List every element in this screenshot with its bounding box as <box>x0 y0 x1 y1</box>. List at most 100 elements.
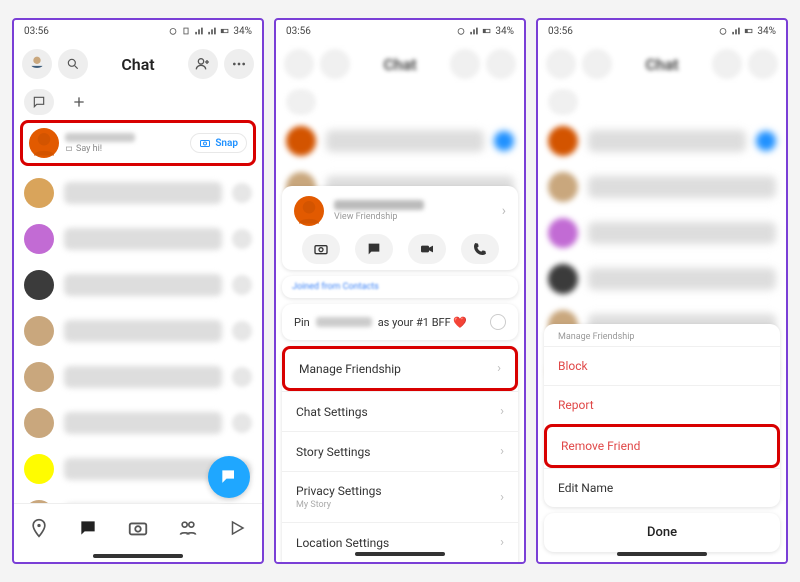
new-chat-fab[interactable] <box>208 456 250 498</box>
report-label: Report <box>558 398 594 412</box>
filter-bar <box>14 86 262 118</box>
friend-avatar <box>29 128 59 158</box>
friend-action-sheet: View Friendship › Joined from Contacts P… <box>282 186 518 564</box>
manage-friendship-row[interactable]: Manage Friendship › <box>282 346 518 391</box>
pin-suffix: as your #1 BFF ❤️ <box>378 316 467 329</box>
header-title: Chat <box>356 55 444 74</box>
chat-settings-label: Chat Settings <box>296 405 368 419</box>
call-action[interactable] <box>461 234 499 264</box>
nav-stories[interactable] <box>176 516 200 540</box>
chat-action[interactable] <box>355 234 393 264</box>
chat-item[interactable] <box>14 170 262 216</box>
new-chat-button[interactable] <box>64 89 94 115</box>
alarm-icon <box>718 26 728 36</box>
profile-avatar[interactable] <box>22 49 52 79</box>
manage-friendship-label: Manage Friendship <box>299 362 401 376</box>
chat-outline-icon <box>65 145 73 153</box>
friend-name-blur <box>65 133 135 142</box>
chat-header: Chat <box>276 42 524 86</box>
pin-bff-row[interactable]: Pin as your #1 BFF ❤️ <box>282 304 518 340</box>
chat-item[interactable] <box>14 354 262 400</box>
status-bar: 03:56 34% <box>14 20 262 42</box>
profile-card[interactable]: View Friendship › <box>282 186 518 270</box>
report-row[interactable]: Report <box>544 385 780 424</box>
pin-radio[interactable] <box>490 314 506 330</box>
block-row[interactable]: Block <box>544 346 780 385</box>
add-friend-button[interactable] <box>712 49 742 79</box>
manage-friendship-title: Manage Friendship <box>544 324 780 346</box>
battery-icon <box>744 26 754 36</box>
status-time: 03:56 <box>286 26 311 37</box>
filter-all[interactable] <box>286 89 316 115</box>
remove-friend-row[interactable]: Remove Friend <box>544 424 780 468</box>
search-button[interactable] <box>320 49 350 79</box>
new-chat-button[interactable] <box>588 89 618 115</box>
friend-avatar <box>294 196 324 226</box>
chevron-right-icon: › <box>500 444 504 459</box>
search-button[interactable] <box>582 49 612 79</box>
home-indicator <box>355 552 445 556</box>
done-button[interactable]: Done <box>544 513 780 552</box>
new-chat-button[interactable] <box>326 89 356 115</box>
location-settings-label: Location Settings <box>296 536 389 550</box>
search-icon <box>66 57 80 71</box>
battery-pct: 34% <box>495 26 514 37</box>
nav-map[interactable] <box>27 516 51 540</box>
friend-name-blur <box>334 200 424 210</box>
privacy-settings-sub: My Story <box>296 500 382 510</box>
filter-bar <box>276 86 524 118</box>
snap-button[interactable]: Snap <box>190 133 247 153</box>
pin-name-blur <box>316 317 372 327</box>
location-settings-row[interactable]: Location Settings › <box>282 522 518 562</box>
status-time: 03:56 <box>548 26 573 37</box>
privacy-settings-row[interactable]: Privacy Settings My Story › <box>282 471 518 522</box>
camera-icon <box>199 137 211 149</box>
status-bar: 03:56 34% <box>538 20 786 42</box>
video-action[interactable] <box>408 234 446 264</box>
done-label: Done <box>647 525 677 540</box>
filter-all[interactable] <box>548 89 578 115</box>
chat-item[interactable] <box>14 400 262 446</box>
say-hi-prompt: Say hi! <box>65 144 184 154</box>
screen-2: 03:56 34% Chat <box>274 18 526 564</box>
profile-avatar[interactable] <box>546 49 576 79</box>
more-button[interactable] <box>748 49 778 79</box>
nav-chat[interactable] <box>76 516 100 540</box>
nav-spotlight[interactable] <box>225 516 249 540</box>
chat-item-highlighted[interactable]: Say hi! Snap <box>20 120 256 166</box>
more-button[interactable] <box>224 49 254 79</box>
chat-settings-row[interactable]: Chat Settings › <box>282 391 518 431</box>
chat-item[interactable] <box>14 216 262 262</box>
filter-all[interactable] <box>24 89 54 115</box>
status-right: 34% <box>456 26 514 37</box>
view-friendship-label: View Friendship <box>334 212 424 222</box>
send-profile-row[interactable]: Send Profile To... <box>282 562 518 564</box>
story-settings-row[interactable]: Story Settings › <box>282 431 518 471</box>
signal-icon <box>731 26 741 36</box>
profile-avatar[interactable] <box>284 49 314 79</box>
chevron-right-icon: › <box>500 490 504 505</box>
filter-bar <box>538 86 786 118</box>
story-settings-label: Story Settings <box>296 445 370 459</box>
add-friend-button[interactable] <box>188 49 218 79</box>
screen-3: 03:56 34% Chat <box>536 18 788 564</box>
add-friend-button[interactable] <box>450 49 480 79</box>
snap-action[interactable] <box>302 234 340 264</box>
search-button[interactable] <box>58 49 88 79</box>
edit-name-row[interactable]: Edit Name <box>544 468 780 507</box>
block-label: Block <box>558 359 588 373</box>
nav-camera[interactable] <box>126 516 150 540</box>
status-time: 03:56 <box>24 26 49 37</box>
vibrate-icon <box>181 26 191 36</box>
more-button[interactable] <box>486 49 516 79</box>
chat-list[interactable] <box>14 170 262 503</box>
pin-prefix: Pin <box>294 316 310 329</box>
chat-item[interactable] <box>14 308 262 354</box>
header-title: Chat <box>94 55 182 74</box>
status-right: 34% <box>168 26 252 37</box>
chevron-right-icon: › <box>497 361 501 376</box>
chat-item[interactable] <box>14 262 262 308</box>
bottom-nav <box>14 503 262 551</box>
battery-pct: 34% <box>233 26 252 37</box>
play-icon <box>228 519 246 537</box>
